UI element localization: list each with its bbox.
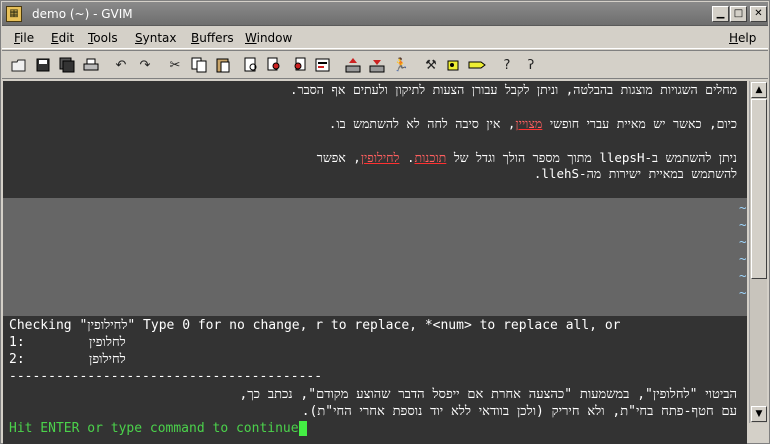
window-title: demo (~) - GVIM	[32, 7, 133, 21]
vertical-scrollbar[interactable]: ▲ ▼	[749, 81, 767, 423]
tilde-marker: ~	[739, 268, 747, 283]
save-icon[interactable]	[34, 56, 52, 74]
load-session-icon[interactable]	[314, 56, 332, 74]
tilde-marker: ~	[739, 200, 747, 215]
tilde-marker: ~	[739, 285, 747, 300]
menu-buffers[interactable]: Buffers	[191, 30, 234, 46]
find-next-icon[interactable]	[266, 56, 284, 74]
option-1-number: 1:	[9, 335, 25, 350]
save-session-icon[interactable]	[344, 56, 362, 74]
find-replace-icon[interactable]	[242, 56, 260, 74]
menu-window[interactable]: Window	[245, 30, 292, 46]
open-icon[interactable]	[10, 56, 28, 74]
scroll-down-icon[interactable]: ▼	[751, 406, 767, 422]
help-icon[interactable]: ?	[498, 56, 516, 74]
run-script-icon[interactable]	[368, 56, 386, 74]
menu-tools[interactable]: Tools	[88, 30, 118, 46]
option-1-word: לחלופין	[89, 335, 126, 350]
editor-line-4: להשתמש במאיית ישירות מה-llehS.	[533, 166, 737, 181]
find-prev-icon[interactable]	[290, 56, 308, 74]
highlighted-region	[3, 198, 747, 316]
save-all-icon[interactable]	[58, 56, 76, 74]
tilde-marker: ~	[739, 217, 747, 232]
cut-icon[interactable]: ✂	[166, 56, 184, 74]
toolbar: ↶ ↷ ✂ 🏃 ⚒ ? ʔ	[2, 50, 768, 79]
editor-line-2: כיום, כאשר יש מאיית עברי חופשי מצויין, א…	[328, 116, 737, 131]
explanation-line-2: עם חטף-פתח בחי"ת, ולא חיריק (ולכן בוודאי…	[301, 404, 737, 419]
tilde-marker: ~	[739, 234, 747, 249]
spell-check-prompt: Checking "לחילופין" Type 0 for no change…	[9, 318, 621, 333]
redo-icon[interactable]: ↷	[136, 56, 154, 74]
find-help-icon[interactable]: ʔ	[522, 56, 540, 74]
menu-file[interactable]: File	[14, 30, 34, 46]
editor-line-1: מחלים השגויות מוצגות בהבלטה, וניתן לקבל …	[289, 82, 737, 97]
minimize-button[interactable]: ▁	[712, 6, 729, 22]
separator-line: ----------------------------------------	[9, 369, 323, 384]
maximize-button[interactable]: □	[730, 6, 747, 22]
spell-error: לחילופין	[360, 150, 400, 165]
close-button[interactable]: ✕	[750, 6, 767, 22]
paste-icon[interactable]	[214, 56, 232, 74]
build-tags-icon[interactable]: ⚒	[422, 56, 440, 74]
tag-label-icon[interactable]	[468, 56, 486, 74]
text-cursor	[298, 421, 307, 436]
spell-error: מצויין	[515, 116, 543, 131]
tilde-marker: ~	[739, 251, 747, 266]
scroll-thumb[interactable]	[751, 99, 767, 279]
spell-error: תוכנות	[414, 150, 447, 165]
undo-icon[interactable]: ↶	[112, 56, 130, 74]
scroll-up-icon[interactable]: ▲	[751, 82, 767, 98]
jump-tag-icon[interactable]	[446, 56, 464, 74]
message-area[interactable]: Checking "לחילופין" Type 0 for no change…	[3, 316, 747, 444]
menu-help[interactable]: Help	[729, 30, 756, 46]
continue-prompt: Hit ENTER or type command to continue	[9, 420, 307, 438]
app-icon[interactable]: ▦	[6, 6, 22, 22]
explanation-line-1: הביטוי "לחלופין", במשמעות "כהצעה אחרת אם…	[239, 387, 737, 402]
title-bar[interactable]: ▦ demo (~) - GVIM ▁ □ ✕	[2, 2, 768, 26]
option-2-word: לחילופן	[89, 352, 126, 367]
menu-edit[interactable]: Edit	[51, 30, 74, 46]
copy-icon[interactable]	[190, 56, 208, 74]
menu-bar: File Edit Tools Syntax Buffers Window He…	[2, 27, 768, 49]
gvim-window: ▦ demo (~) - GVIM ▁ □ ✕ File Edit Tools …	[0, 0, 770, 444]
option-2-number: 2:	[9, 352, 25, 367]
print-icon[interactable]	[82, 56, 100, 74]
editor-pane[interactable]: מחלים השגויות מוצגות בהבלטה, וניתן לקבל …	[3, 81, 747, 316]
menu-syntax[interactable]: Syntax	[135, 30, 177, 46]
make-icon[interactable]: 🏃	[392, 56, 410, 74]
